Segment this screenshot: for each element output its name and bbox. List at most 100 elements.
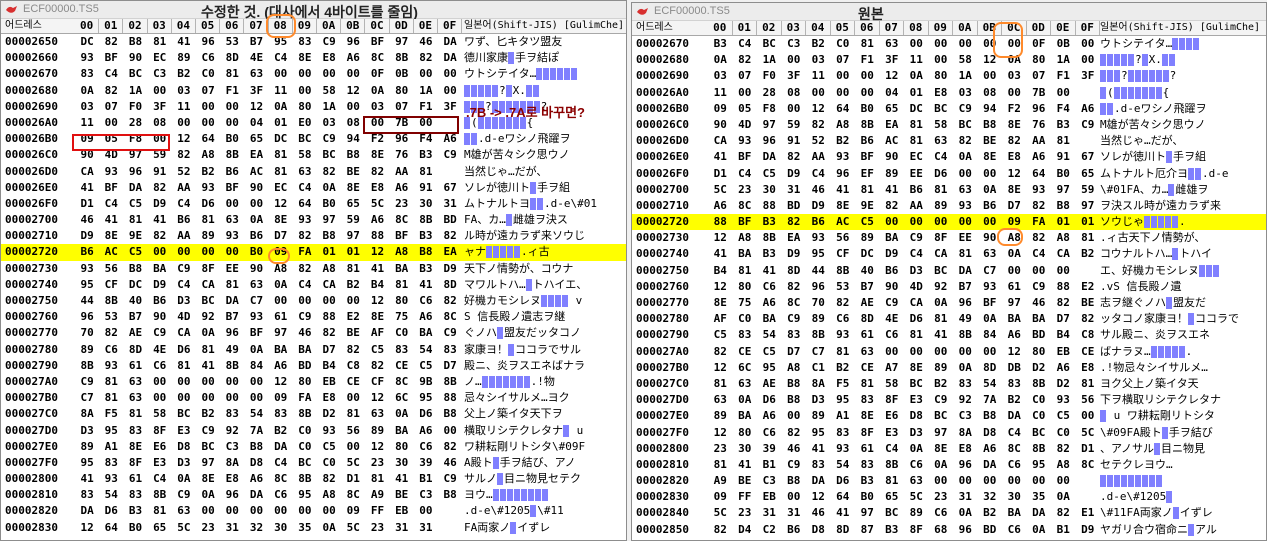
hex-byte[interactable]: B0 <box>123 520 147 536</box>
hex-byte[interactable]: D8 <box>244 455 268 471</box>
hex-byte[interactable]: B8 <box>782 392 807 408</box>
hex-byte[interactable]: 70 <box>75 325 99 341</box>
hex-byte[interactable]: BA <box>1002 505 1027 521</box>
hex-byte[interactable]: 80 <box>733 279 758 295</box>
hex-byte[interactable]: 00 <box>904 344 929 360</box>
hex-byte[interactable]: 00 <box>978 214 1003 230</box>
hex-byte[interactable]: E3 <box>880 425 905 441</box>
hex-byte[interactable]: C6 <box>99 342 123 358</box>
hex-row[interactable]: 00002750 44 8B 40 B6 D3 BC DA C7 00 00 00 00 12 80 C6 82… <box>1 293 626 309</box>
hex-byte[interactable]: DC <box>269 131 293 147</box>
hex-byte[interactable]: BA <box>414 325 438 341</box>
hex-byte[interactable]: AE <box>123 325 147 341</box>
hex-byte[interactable] <box>1076 133 1101 149</box>
hex-byte[interactable]: 00 <box>293 293 317 309</box>
hex-byte[interactable]: 63 <box>293 164 317 180</box>
hex-byte[interactable]: 8B <box>293 406 317 422</box>
hex-byte[interactable]: B6 <box>172 212 196 228</box>
hex-byte[interactable]: 4D <box>904 279 929 295</box>
hex-byte[interactable]: 83 <box>99 455 123 471</box>
hex-byte[interactable]: 8C <box>390 212 414 228</box>
hex-byte[interactable]: B3 <box>757 246 782 262</box>
decoded-text[interactable]: .d-e\#1205 <box>1100 489 1266 505</box>
hex-byte[interactable]: 97 <box>317 212 341 228</box>
hex-byte[interactable]: D8 <box>978 425 1003 441</box>
hex-byte[interactable]: D6 <box>904 311 929 327</box>
hex-byte[interactable]: AC <box>244 164 268 180</box>
hex-byte[interactable]: C6 <box>757 425 782 441</box>
hex-byte[interactable]: 12 <box>244 99 268 115</box>
hex-byte[interactable] <box>438 520 462 536</box>
hex-byte[interactable]: F0 <box>123 99 147 115</box>
hex-byte[interactable]: B8 <box>244 439 268 455</box>
hex-byte[interactable]: 00 <box>317 503 341 519</box>
hex-byte[interactable]: 89 <box>365 423 389 439</box>
hex-byte[interactable]: B6 <box>782 522 807 538</box>
hex-byte[interactable]: 81 <box>390 277 414 293</box>
hex-byte[interactable]: BC <box>293 455 317 471</box>
decoded-text[interactable]: ソウじゃ. <box>1100 214 1266 230</box>
hex-byte[interactable]: A6 <box>365 212 389 228</box>
hex-byte[interactable]: 90 <box>148 309 172 325</box>
hex-byte[interactable]: C5 <box>317 439 341 455</box>
hex-byte[interactable]: 00 <box>904 36 929 52</box>
hex-byte[interactable]: 93 <box>831 441 856 457</box>
hex-byte[interactable]: A6 <box>269 358 293 374</box>
hex-byte[interactable]: D9 <box>782 166 807 182</box>
hex-byte[interactable]: B3 <box>123 503 147 519</box>
hex-byte[interactable]: 97 <box>341 228 365 244</box>
hex-byte[interactable]: 89 <box>880 166 905 182</box>
hex-byte[interactable]: B3 <box>414 261 438 277</box>
hex-byte[interactable]: 93 <box>196 180 220 196</box>
decoded-text[interactable]: サルノ 目ニ物見セテク <box>464 471 626 487</box>
hex-byte[interactable]: 8E <box>365 309 389 325</box>
hex-byte[interactable]: 96 <box>1027 101 1052 117</box>
decoded-text[interactable]: 、アノサル 目ニ物見 <box>1100 441 1266 457</box>
hex-byte[interactable]: BE <box>978 133 1003 149</box>
hex-byte[interactable]: C7 <box>244 293 268 309</box>
hex-byte[interactable]: 81 <box>148 34 172 50</box>
hex-byte[interactable]: 00 <box>220 244 244 260</box>
hex-byte[interactable]: 3F <box>148 99 172 115</box>
hex-byte[interactable]: 80 <box>1027 52 1052 68</box>
hex-byte[interactable]: 93 <box>99 164 123 180</box>
hex-byte[interactable]: 82 <box>782 279 807 295</box>
hex-byte[interactable]: 97 <box>1076 198 1101 214</box>
hex-byte[interactable] <box>1076 489 1101 505</box>
hex-byte[interactable]: C0 <box>1027 392 1052 408</box>
hex-byte[interactable]: C0 <box>390 325 414 341</box>
hex-byte[interactable]: BA <box>1027 311 1052 327</box>
hex-byte[interactable]: 12 <box>708 360 733 376</box>
hex-row[interactable]: 000027C0 8A F5 81 58 BC B2 83 54 83 8B D2 81 63 0A D6 B8… <box>1 406 626 422</box>
hex-byte[interactable]: 8C <box>269 471 293 487</box>
hex-byte[interactable]: C0 <box>293 423 317 439</box>
hex-byte[interactable]: F1 <box>220 83 244 99</box>
hex-byte[interactable]: 93 <box>1051 392 1076 408</box>
hex-byte[interactable]: BE <box>390 487 414 503</box>
hex-byte[interactable]: 64 <box>293 196 317 212</box>
hex-row[interactable]: 00002690 03 07 F0 3F 11 00 00 12 0A 80 1A 00 03 07 F1 3F… <box>632 68 1266 84</box>
hex-byte[interactable]: C9 <box>782 457 807 473</box>
hex-byte[interactable]: 8C <box>390 374 414 390</box>
hex-byte[interactable]: 93 <box>317 423 341 439</box>
hex-byte[interactable]: 83 <box>831 425 856 441</box>
hex-byte[interactable]: 82 <box>317 471 341 487</box>
hex-byte[interactable]: 32 <box>244 520 268 536</box>
hex-row[interactable]: 00002820 A9 BE C3 B8 DA D6 B3 81 63 00 00 00 00 00 00 <box>632 473 1266 489</box>
hex-byte[interactable]: E6 <box>148 439 172 455</box>
hex-byte[interactable]: DA <box>953 263 978 279</box>
hex-byte[interactable]: 82 <box>953 133 978 149</box>
hex-byte[interactable]: C9 <box>438 325 462 341</box>
hex-byte[interactable]: 49 <box>220 342 244 358</box>
hex-byte[interactable]: D7 <box>317 342 341 358</box>
hex-byte[interactable]: 8F <box>196 261 220 277</box>
hex-byte[interactable]: C5 <box>757 344 782 360</box>
hex-row[interactable]: 000026F0 D1 C4 C5 D9 C4 96 EF 89 EE D6 00 00 12 64 B0 65… <box>632 166 1266 182</box>
hex-byte[interactable]: EB <box>757 489 782 505</box>
hex-byte[interactable]: C4 <box>904 246 929 262</box>
hex-byte[interactable]: 05 <box>733 101 758 117</box>
hex-byte[interactable]: 97 <box>1002 295 1027 311</box>
hex-byte[interactable]: 96 <box>220 487 244 503</box>
decoded-text[interactable]: .d-e\#1205 \#11 <box>464 503 626 519</box>
hex-byte[interactable]: 89 <box>806 408 831 424</box>
